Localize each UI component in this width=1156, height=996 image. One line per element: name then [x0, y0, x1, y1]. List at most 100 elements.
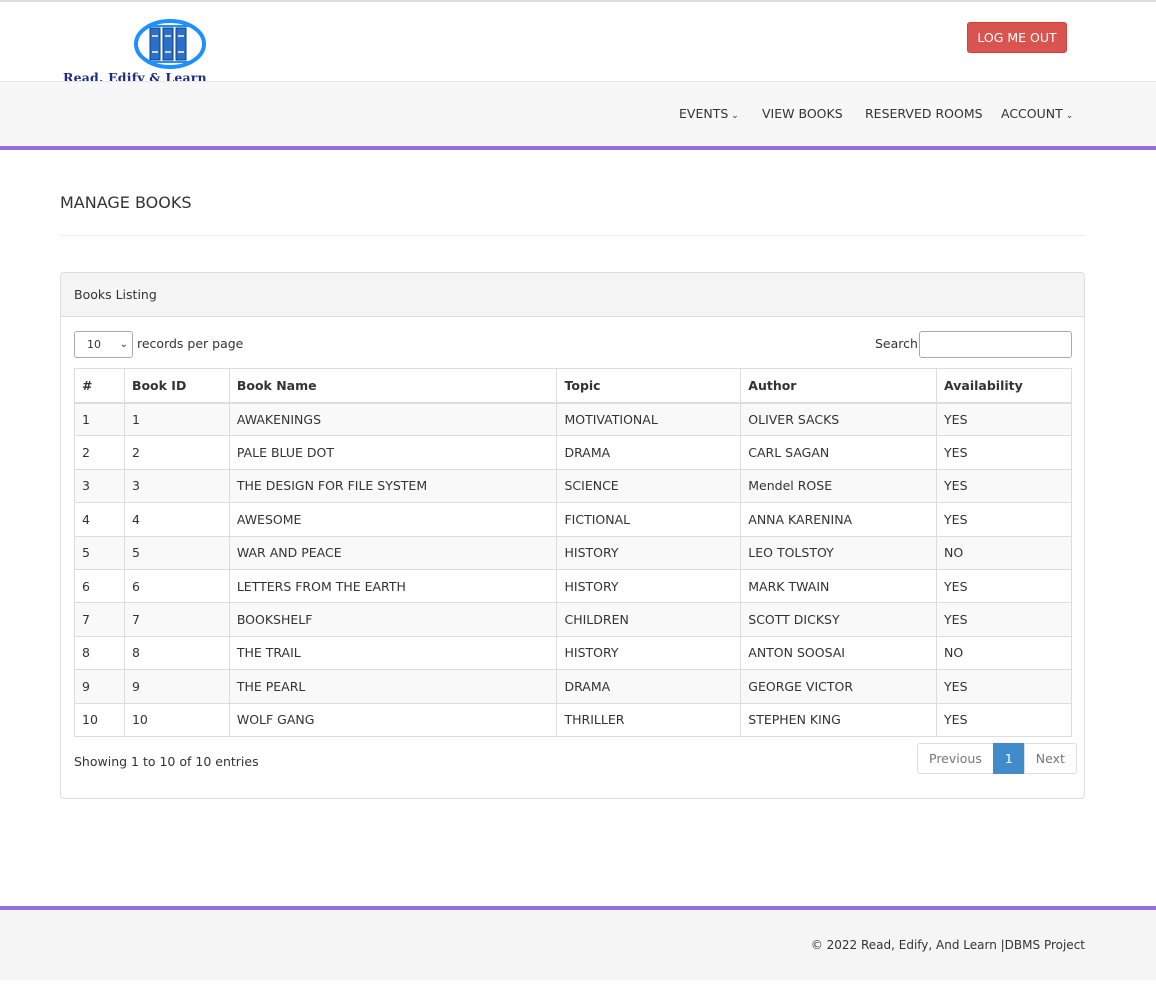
- table-cell: 5: [74, 535, 125, 570]
- table-row: 2 2 PALE BLUE DOT DRAMA CARL SAGAN YES: [74, 435, 1072, 470]
- page-1-button[interactable]: 1: [992, 743, 1025, 774]
- nav-item-events[interactable]: EVENTS ⌄: [679, 106, 739, 121]
- table-cell: WOLF GANG: [228, 702, 558, 737]
- table-cell: YES: [936, 502, 1072, 537]
- books-panel: Books Listing 10 ⌄ records per page Sear…: [60, 272, 1085, 799]
- table-cell: 2: [123, 435, 230, 470]
- table-cell: YES: [936, 401, 1072, 437]
- table-cell: 8: [123, 635, 230, 671]
- table-cell: MARK TWAIN: [740, 568, 938, 604]
- table-cell: NO: [936, 635, 1072, 671]
- table-row: 7 7 BOOKSHELF CHILDREN SCOTT DICKSY YES: [74, 602, 1072, 637]
- table-cell: THE DESIGN FOR FILE SYSTEM: [228, 468, 558, 504]
- table-cell: YES: [936, 602, 1072, 637]
- table-cell: 3: [123, 468, 230, 504]
- logout-button[interactable]: LOG ME OUT: [967, 22, 1067, 53]
- table-cell: LEO TOLSTOY: [740, 535, 938, 570]
- table-cell: PALE BLUE DOT: [228, 435, 558, 470]
- table-cell: YES: [936, 468, 1072, 504]
- table-cell: YES: [936, 702, 1072, 737]
- nav-item-label: EVENTS: [679, 106, 729, 121]
- table-cell: 5: [123, 535, 230, 570]
- table-cell: ANNA KARENINA: [740, 502, 938, 537]
- table-cell: AWAKENINGS: [228, 401, 558, 437]
- table-cell: OLIVER SACKS: [740, 401, 938, 437]
- nav-item-account[interactable]: ACCOUNT ⌄: [1001, 106, 1073, 121]
- column-header[interactable]: #: [74, 368, 125, 404]
- table-cell: THE TRAIL: [228, 635, 558, 671]
- table-cell: NO: [936, 535, 1072, 570]
- site-logo[interactable]: Read, Edify & Learn: [60, 18, 282, 86]
- table-cell: GEORGE VICTOR: [740, 669, 938, 704]
- table-cell: HISTORY: [556, 535, 742, 570]
- title-divider: [60, 235, 1085, 236]
- page-title: MANAGE BOOKS: [60, 193, 192, 212]
- table-cell: 6: [74, 568, 125, 604]
- table-cell: 3: [74, 468, 125, 504]
- search-input[interactable]: [919, 331, 1072, 358]
- table-info: Showing 1 to 10 of 10 entries: [74, 754, 259, 769]
- table-cell: Mendel ROSE: [740, 468, 938, 504]
- panel-heading: Books Listing: [61, 273, 1084, 317]
- table-cell: AWESOME: [228, 502, 558, 537]
- table-cell: YES: [936, 435, 1072, 470]
- table-row: 9 9 THE PEARL DRAMA GEORGE VICTOR YES: [74, 669, 1072, 704]
- table-cell: BOOKSHELF: [228, 602, 558, 637]
- column-header[interactable]: Author: [740, 368, 938, 404]
- column-header[interactable]: Book Name: [228, 368, 558, 404]
- table-row: 8 8 THE TRAIL HISTORY ANTON SOOSAI NO: [74, 635, 1072, 671]
- table-cell: 7: [123, 602, 230, 637]
- table-header-row: # Book ID Book Name Topic Author Availability: [74, 368, 1072, 404]
- nav-item-reserved-rooms[interactable]: RESERVED ROOMS: [865, 106, 983, 121]
- column-header[interactable]: Availability: [936, 368, 1072, 404]
- records-per-page-label: records per page: [137, 336, 244, 351]
- chevron-down-icon: ⌄: [1065, 111, 1074, 121]
- table-cell: HISTORY: [556, 568, 742, 604]
- table-cell: 10: [123, 702, 230, 737]
- table-cell: 2: [74, 435, 125, 470]
- table-cell: 4: [123, 502, 230, 537]
- table-cell: DRAMA: [556, 435, 742, 470]
- table-cell: THRILLER: [556, 702, 742, 737]
- previous-page-button[interactable]: Previous: [917, 743, 994, 774]
- table-cell: STEPHEN KING: [740, 702, 938, 737]
- table-cell: 4: [74, 502, 125, 537]
- table-cell: 9: [123, 669, 230, 704]
- table-cell: 10: [74, 702, 125, 737]
- table-cell: CHILDREN: [556, 602, 742, 637]
- pagination: Previous 1 Next: [917, 743, 1077, 775]
- search-label: Search:: [875, 336, 923, 351]
- table-row: 6 6 LETTERS FROM THE EARTH HISTORY MARK TWAI…: [74, 568, 1072, 604]
- nav-item-label: VIEW BOOKS: [762, 106, 843, 121]
- nav-item-view-books[interactable]: VIEW BOOKS: [762, 106, 843, 121]
- panel-title: Books Listing: [74, 287, 157, 302]
- table-cell: DRAMA: [556, 669, 742, 704]
- table-cell: 1: [74, 401, 125, 437]
- table-cell: SCOTT DICKSY: [740, 602, 938, 637]
- table-cell: THE PEARL: [228, 669, 558, 704]
- column-header[interactable]: Topic: [556, 368, 742, 404]
- table-row: 1 1 AWAKENINGS MOTIVATIONAL OLIVER SACKS YES: [74, 401, 1072, 437]
- table-cell: 9: [74, 669, 125, 704]
- table-cell: FICTIONAL: [556, 502, 742, 537]
- table-cell: 6: [123, 568, 230, 604]
- table-cell: MOTIVATIONAL: [556, 401, 742, 437]
- records-per-page-select[interactable]: 10 ⌄: [74, 331, 133, 358]
- header: Read, Edify & Learn LOG ME OUT: [0, 2, 1156, 85]
- table-row: 3 3 THE DESIGN FOR FILE SYSTEM SCIENCE Mende…: [74, 468, 1072, 504]
- table-cell: YES: [936, 669, 1072, 704]
- records-per-page-value: 10: [87, 338, 101, 351]
- main-navbar: EVENTS ⌄ VIEW BOOKS RESERVED ROOMS ACCOUN…: [0, 81, 1156, 147]
- table-cell: YES: [936, 568, 1072, 604]
- navbar-accent-line: [0, 146, 1156, 150]
- nav-item-label: RESERVED ROOMS: [865, 106, 983, 121]
- table-cell: 8: [74, 635, 125, 671]
- next-page-button[interactable]: Next: [1023, 743, 1077, 774]
- table-cell: 7: [74, 602, 125, 637]
- table-cell: HISTORY: [556, 635, 742, 671]
- column-header[interactable]: Book ID: [123, 368, 230, 404]
- table-cell: SCIENCE: [556, 468, 742, 504]
- table-cell: CARL SAGAN: [740, 435, 938, 470]
- nav-item-label: ACCOUNT: [1001, 106, 1063, 121]
- table-cell: WAR AND PEACE: [228, 535, 558, 570]
